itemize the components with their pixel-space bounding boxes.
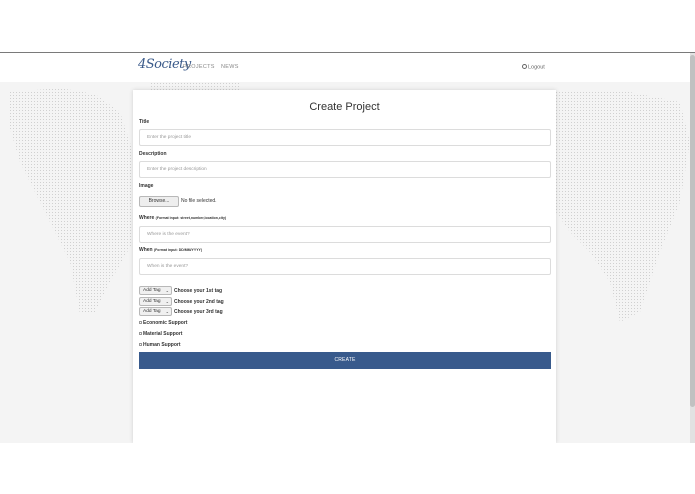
where-label: Where bbox=[139, 215, 155, 221]
when-label-row: When (Format input: DD/MM/YYYY) bbox=[139, 247, 202, 253]
nav-link-news[interactable]: NEWS bbox=[221, 64, 239, 70]
tag-select-1-value: Add Tag bbox=[143, 288, 161, 293]
when-label: When bbox=[139, 247, 153, 253]
scrollbar[interactable] bbox=[690, 53, 695, 443]
support-label-material: Material Support bbox=[143, 331, 183, 337]
tag-label-3: Choose your 3rd tag bbox=[174, 309, 223, 315]
navbar: 4Society PROJECTS NEWS Logout bbox=[0, 53, 695, 82]
support-option-material[interactable]: Material Support bbox=[139, 331, 182, 337]
title-label: Title bbox=[139, 119, 150, 125]
app-viewport: 4Society PROJECTS NEWS Logout Create Pro… bbox=[0, 53, 695, 443]
support-option-economic[interactable]: Economic Support bbox=[139, 320, 187, 326]
image-label: Image bbox=[139, 183, 154, 189]
title-input[interactable]: Enter the project title bbox=[139, 129, 551, 146]
create-button[interactable]: CREATE bbox=[139, 352, 551, 369]
chevron-down-icon: ⌄ bbox=[165, 309, 169, 314]
where-label-row: Where (Format input: street,number,locat… bbox=[139, 215, 226, 221]
support-label-economic: Economic Support bbox=[143, 320, 188, 326]
chevron-down-icon: ⌄ bbox=[165, 288, 169, 293]
power-icon bbox=[522, 64, 527, 69]
tag-select-3-value: Add Tag bbox=[143, 309, 161, 314]
checkbox-icon[interactable] bbox=[139, 331, 142, 335]
where-hint: (Format input: street,number,location,ci… bbox=[155, 216, 227, 220]
tag-select-3[interactable]: Add Tag ⌄ bbox=[139, 307, 172, 316]
tag-select-1[interactable]: Add Tag ⌄ bbox=[139, 286, 172, 295]
logout-link[interactable]: Logout bbox=[522, 64, 545, 71]
where-input[interactable]: Where is the event? bbox=[139, 226, 551, 243]
page-title: Create Project bbox=[309, 101, 380, 113]
chevron-down-icon: ⌄ bbox=[165, 299, 169, 304]
tag-label-2: Choose your 2nd tag bbox=[174, 299, 224, 305]
nav-link-projects[interactable]: PROJECTS bbox=[183, 64, 215, 70]
description-input[interactable]: Enter the project description bbox=[139, 161, 551, 178]
browse-button[interactable]: Browse... bbox=[139, 196, 179, 207]
when-input[interactable]: When is the event? bbox=[139, 258, 551, 275]
scrollbar-thumb[interactable] bbox=[690, 55, 695, 407]
checkbox-icon[interactable] bbox=[139, 342, 142, 346]
checkbox-icon[interactable] bbox=[139, 320, 142, 324]
description-label: Description bbox=[139, 151, 167, 157]
file-status: No file selected. bbox=[181, 198, 217, 204]
tag-select-2[interactable]: Add Tag ⌄ bbox=[139, 297, 172, 306]
tag-label-1: Choose your 1st tag bbox=[174, 288, 223, 294]
logout-label: Logout bbox=[528, 64, 545, 71]
support-option-human[interactable]: Human Support bbox=[139, 342, 181, 348]
tag-select-2-value: Add Tag bbox=[143, 299, 161, 304]
when-hint: (Format input: DD/MM/YYYY) bbox=[154, 248, 203, 252]
screen: 4Society PROJECTS NEWS Logout Create Pro… bbox=[0, 0, 695, 494]
support-label-human: Human Support bbox=[143, 342, 181, 348]
create-project-form: Create Project Title Enter the project t… bbox=[133, 90, 556, 443]
